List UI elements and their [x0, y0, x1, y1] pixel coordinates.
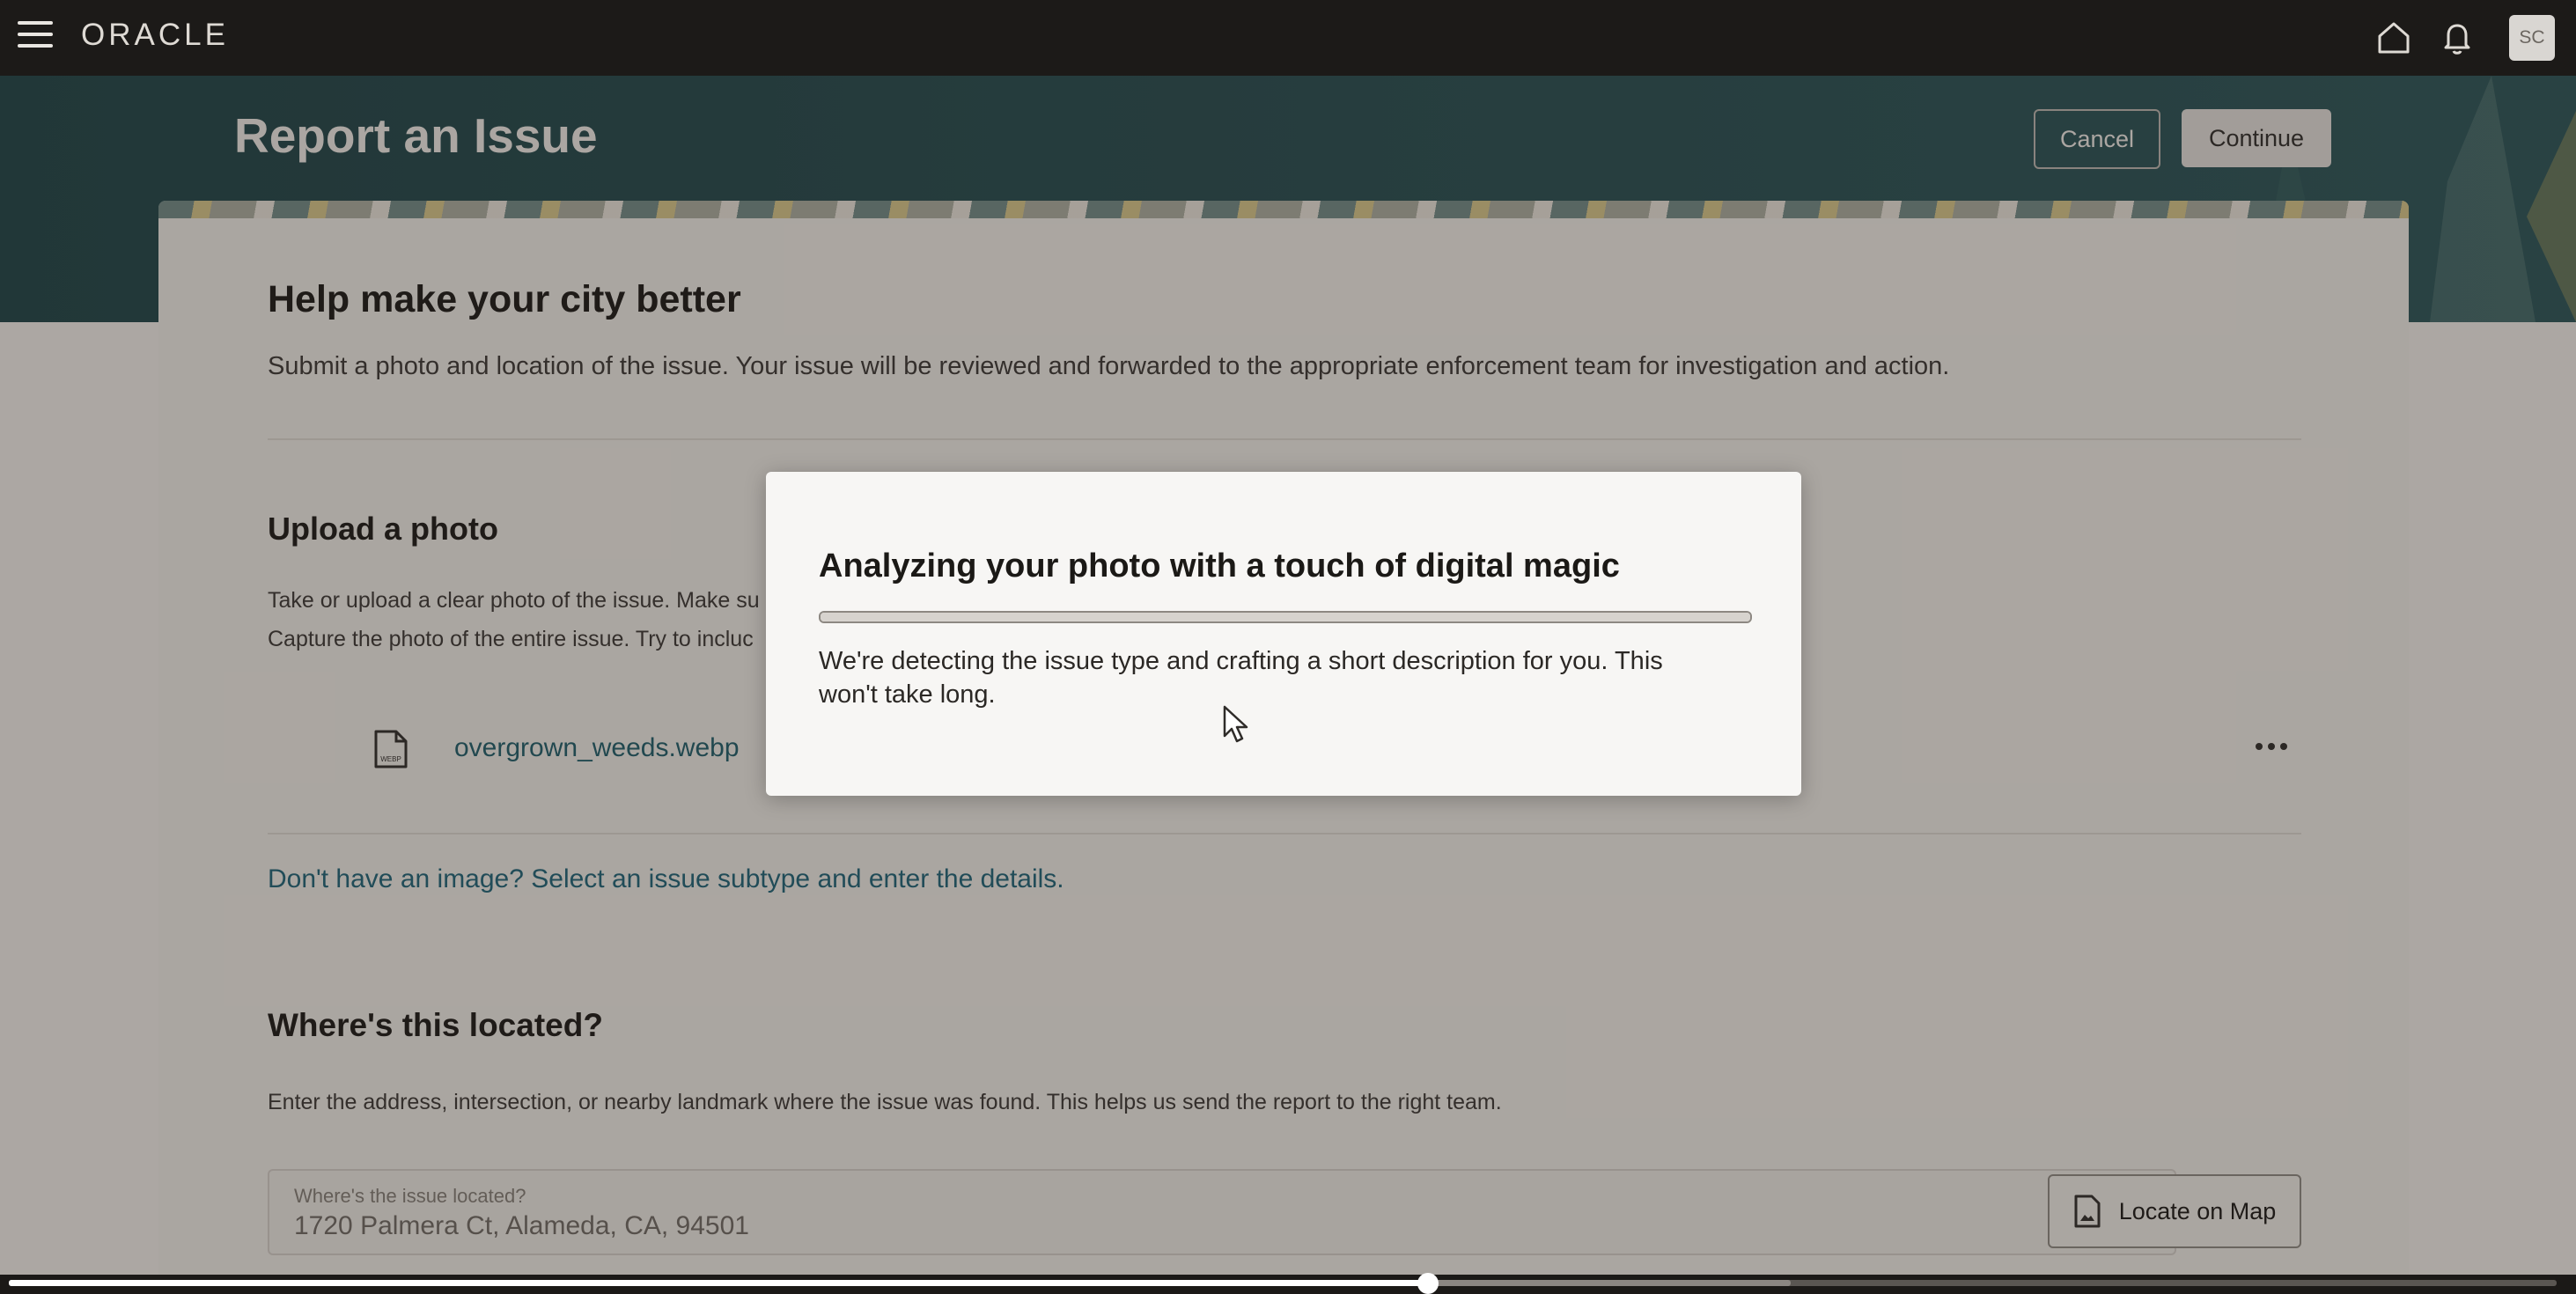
user-avatar[interactable]: SC [2509, 15, 2555, 61]
menu-icon[interactable] [18, 21, 53, 53]
analyzing-dialog: Analyzing your photo with a touch of dig… [766, 472, 1801, 796]
scrubber-played [9, 1280, 1428, 1286]
header-actions: SC [2356, 12, 2555, 63]
dialog-message: We're detecting the issue type and craft… [819, 647, 1663, 709]
bell-icon[interactable] [2432, 12, 2483, 63]
global-header: ORACLE SC [0, 0, 2576, 76]
scrubber-handle[interactable] [1417, 1273, 1439, 1294]
progress-fill [821, 613, 1750, 621]
home-icon[interactable] [2368, 12, 2419, 63]
video-progress-bar[interactable] [0, 1273, 2576, 1294]
progress-bar [819, 611, 1752, 623]
dialog-title: Analyzing your photo with a touch of dig… [819, 548, 1620, 585]
oracle-logo: ORACLE [81, 18, 229, 52]
mouse-cursor-icon [1222, 704, 1252, 749]
